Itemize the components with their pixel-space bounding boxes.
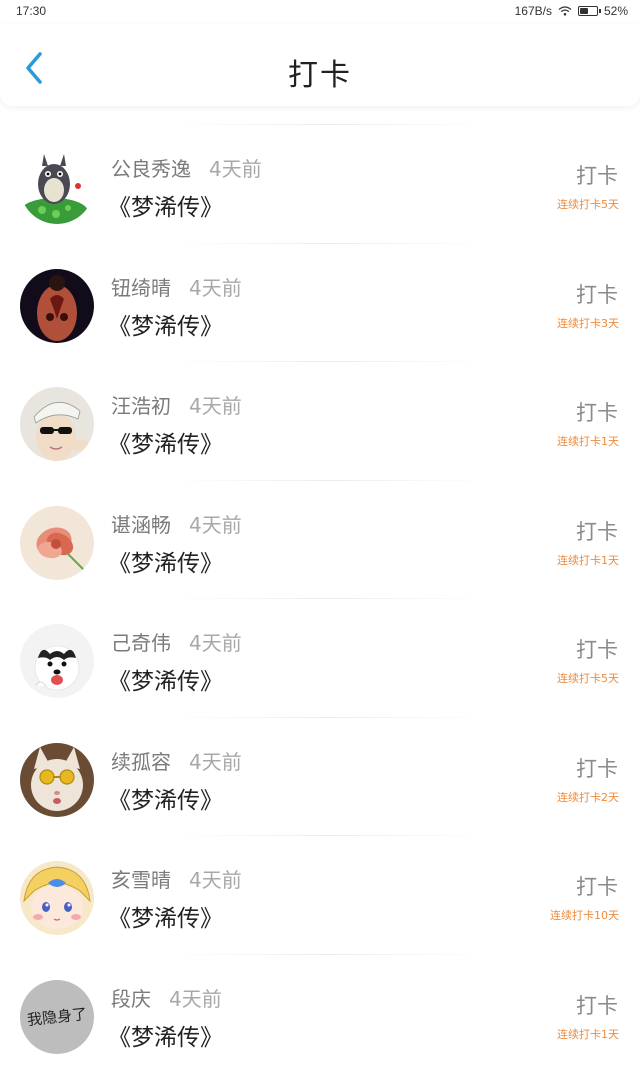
avatar[interactable] [20,150,94,224]
book-title[interactable]: 《梦浠传》 [108,544,223,578]
checkin-button[interactable]: 打卡 [576,634,618,664]
checkin-button[interactable]: 打卡 [576,279,618,309]
battery-icon [578,6,598,16]
user-name[interactable]: 公良秀逸 [111,157,191,181]
checkin-item[interactable]: 公良秀逸 4天前《梦浠传》 打卡连续打卡5天 [0,124,640,243]
status-right: 167B/s 52% [515,4,628,18]
user-meta: 汪浩初 4天前 [111,390,242,419]
row-divider [170,717,490,718]
book-title[interactable]: 《梦浠传》 [108,899,223,933]
wifi-icon [558,6,572,16]
book-title[interactable]: 《梦浠传》 [108,425,223,459]
status-time: 17:30 [16,4,46,18]
nav-bar: 打卡 [0,24,640,106]
user-meta: 谌涵畅 4天前 [111,509,242,538]
time-ago: 4天前 [189,631,242,655]
time-ago: 4天前 [189,750,242,774]
streak-label: 连续打卡5天 [557,670,619,686]
time-ago: 4天前 [189,276,242,300]
streak-label: 连续打卡10天 [550,907,619,923]
checkin-item[interactable]: 亥雪晴 4天前《梦浠传》 打卡连续打卡10天 [0,835,640,954]
book-title[interactable]: 《梦浠传》 [108,662,223,696]
book-title[interactable]: 《梦浠传》 [108,1018,223,1052]
time-ago: 4天前 [189,394,242,418]
avatar-text: 我隐身了 [26,1003,88,1030]
checkin-button[interactable]: 打卡 [576,871,618,901]
time-ago: 4天前 [169,987,222,1011]
user-meta: 续孤容 4天前 [111,746,242,775]
user-meta: 公良秀逸 4天前 [111,153,262,182]
user-meta: 钮绮晴 4天前 [111,272,242,301]
user-name[interactable]: 己奇伟 [111,631,171,655]
time-ago: 4天前 [189,868,242,892]
checkin-item[interactable]: 续孤容 4天前《梦浠传》 打卡连续打卡2天 [0,717,640,836]
streak-label: 连续打卡1天 [557,552,619,568]
page-title: 打卡 [0,50,640,94]
row-divider [170,598,490,599]
checkin-item[interactable]: 汪浩初 4天前《梦浠传》 打卡连续打卡1天 [0,361,640,480]
user-name[interactable]: 续孤容 [111,750,171,774]
user-meta: 段庆 4天前 [111,983,222,1012]
user-name[interactable]: 段庆 [111,987,151,1011]
book-title[interactable]: 《梦浠传》 [108,188,223,222]
avatar[interactable] [20,861,94,935]
checkin-button[interactable]: 打卡 [576,397,618,427]
checkin-button[interactable]: 打卡 [576,516,618,546]
row-divider [170,243,490,244]
user-name[interactable]: 汪浩初 [111,394,171,418]
checkin-list: 公良秀逸4天前《梦浠传》打卡连续打卡5天 钮绮晴4天前《梦浠传》打卡连续打卡3天… [0,124,640,1072]
avatar[interactable] [20,269,94,343]
row-divider [170,361,490,362]
network-speed: 167B/s [515,4,552,18]
streak-label: 连续打卡2天 [557,789,619,805]
book-title[interactable]: 《梦浠传》 [108,781,223,815]
avatar[interactable] [20,624,94,698]
avatar[interactable] [20,743,94,817]
battery-percent: 52% [604,4,628,18]
checkin-button[interactable]: 打卡 [576,990,618,1020]
checkin-button[interactable]: 打卡 [576,753,618,783]
streak-label: 连续打卡1天 [557,1026,619,1042]
streak-label: 连续打卡1天 [557,433,619,449]
avatar[interactable] [20,506,94,580]
status-bar: 17:30 167B/s 52% [0,0,640,24]
row-divider [170,480,490,481]
checkin-item[interactable]: 己奇伟 4天前《梦浠传》 打卡连续打卡5天 [0,598,640,717]
user-name[interactable]: 钮绮晴 [111,276,171,300]
book-title[interactable]: 《梦浠传》 [108,307,223,341]
user-meta: 亥雪晴 4天前 [111,864,242,893]
streak-label: 连续打卡5天 [557,196,619,212]
checkin-button[interactable]: 打卡 [576,160,618,190]
user-name[interactable]: 谌涵畅 [111,513,171,537]
row-divider [170,124,490,125]
checkin-item[interactable]: 谌涵畅 4天前《梦浠传》 打卡连续打卡1天 [0,480,640,599]
time-ago: 4天前 [209,157,262,181]
avatar[interactable]: 我隐身了 [20,980,94,1054]
time-ago: 4天前 [189,513,242,537]
row-divider [170,954,490,955]
checkin-item[interactable]: 钮绮晴 4天前《梦浠传》 打卡连续打卡3天 [0,243,640,362]
streak-label: 连续打卡3天 [557,315,619,331]
row-divider [170,835,490,836]
avatar[interactable] [20,387,94,461]
checkin-item[interactable]: 我隐身了段庆 4天前《梦浠传》 打卡连续打卡1天 [0,954,640,1072]
user-meta: 己奇伟 4天前 [111,627,242,656]
user-name[interactable]: 亥雪晴 [111,868,171,892]
